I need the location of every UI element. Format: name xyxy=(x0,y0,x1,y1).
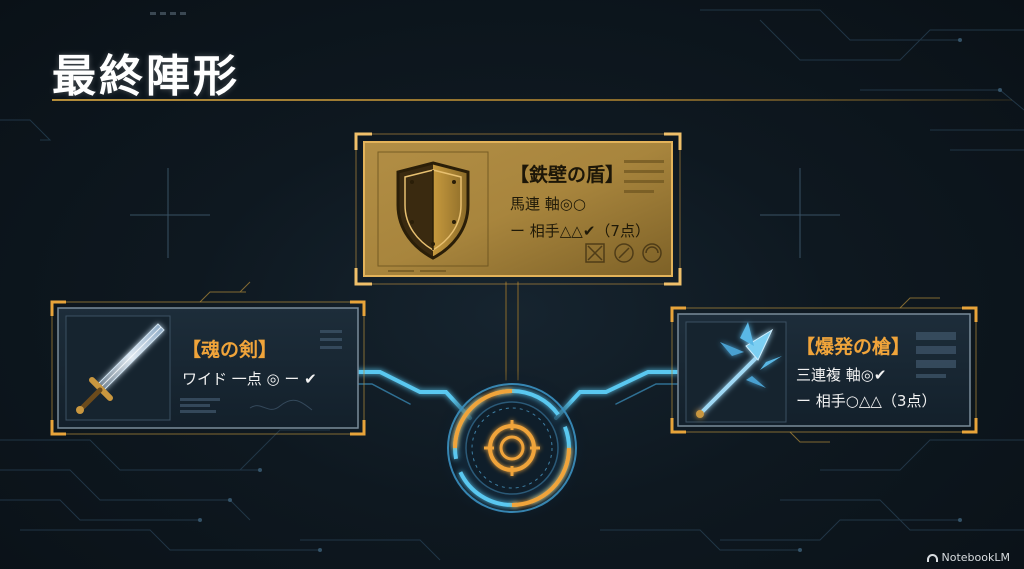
watermark: NotebookLM xyxy=(926,551,1010,564)
shield-card-name: 【鉄壁の盾】 xyxy=(510,164,625,186)
title-divider xyxy=(52,99,1012,101)
slide: 最終陣形 【鉄壁の盾】 馬連 軸◎○ ー 相手△△✔（7点） 【魂の剣】 ワイド… xyxy=(0,0,1024,569)
shield-card-line2: ー 相手△△✔（7点） xyxy=(510,222,650,240)
notebooklm-logo-icon xyxy=(926,553,938,562)
trident-card-line1: 三連複 軸◎✔ xyxy=(796,366,887,384)
shield-card-text: 【鉄壁の盾】 馬連 軸◎○ ー 相手△△✔（7点） xyxy=(510,160,650,241)
shield-card-line1: 馬連 軸◎○ xyxy=(510,195,586,213)
sword-card-line1: ワイド 一点 ◎ ー ✔ xyxy=(182,370,317,388)
trident-card-name: 【爆発の槍】 xyxy=(796,336,911,358)
hub xyxy=(434,370,590,526)
trident-card-line2: ー 相手○△△（3点） xyxy=(796,392,937,410)
trident-card-text: 【爆発の槍】 三連複 軸◎✔ ー 相手○△△（3点） xyxy=(796,332,936,411)
page-title: 最終陣形 xyxy=(52,51,240,102)
watermark-label: NotebookLM xyxy=(941,551,1010,564)
sword-card-text: 【魂の剣】 ワイド 一点 ◎ ー ✔ xyxy=(182,335,317,389)
sword-card-name: 【魂の剣】 xyxy=(182,339,278,361)
